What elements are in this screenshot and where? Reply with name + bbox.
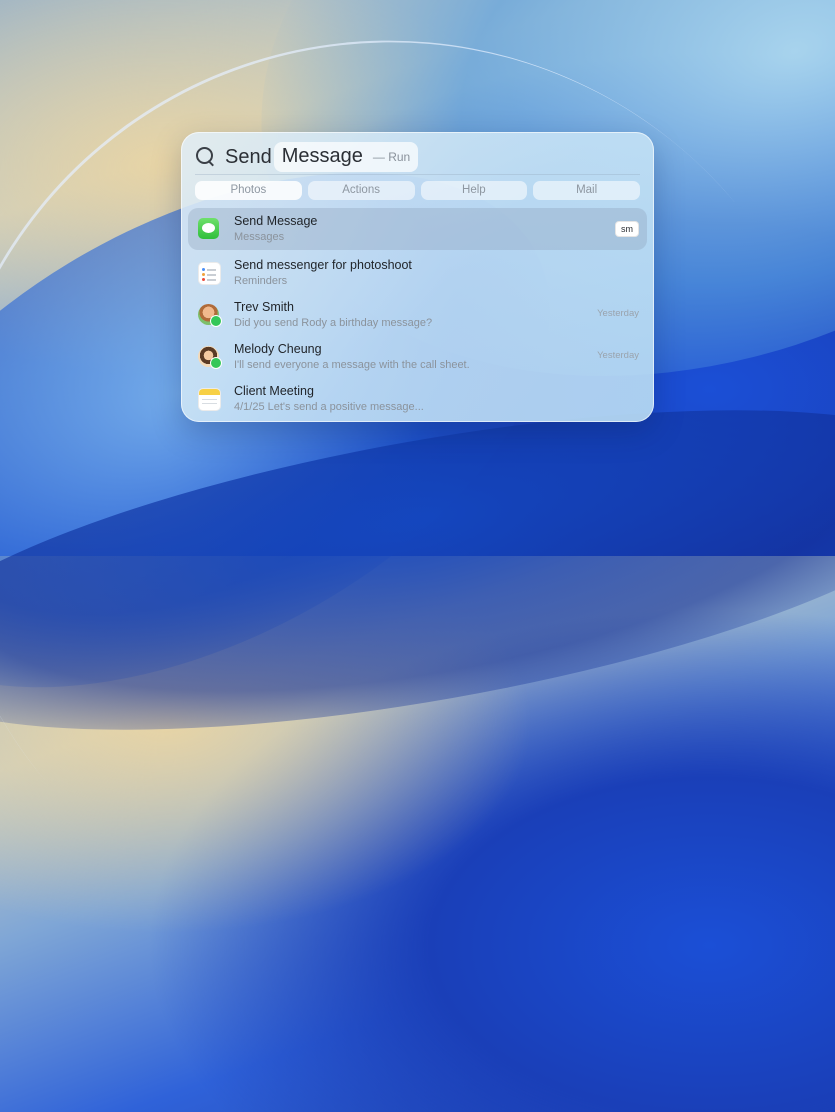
result-subtitle: Messages — [234, 231, 285, 243]
search-query-text[interactable]: Send — [225, 146, 272, 169]
result-title: Client Meeting — [234, 384, 314, 398]
result-title: Send Message — [234, 214, 318, 228]
tab-actions[interactable]: Actions — [307, 181, 415, 200]
spotlight-panel: Send Message — Run Photos Actions Help M… — [181, 132, 654, 422]
search-icon — [195, 146, 217, 168]
divider — [195, 174, 640, 175]
result-subtitle: Did you send Rody a birthday message? — [234, 317, 433, 329]
search-field[interactable]: Send Message — Run — [195, 140, 640, 174]
category-tabs: Photos Actions Help Mail — [195, 181, 640, 200]
result-reminder[interactable]: Send messenger for photoshoot Reminders — [188, 252, 647, 293]
result-title: Melody Cheung — [234, 342, 322, 356]
result-send-message[interactable]: Send Message Messages sm — [188, 208, 647, 250]
notes-icon — [198, 388, 221, 411]
messages-badge-icon — [210, 357, 222, 369]
shortcut-badge: sm — [615, 221, 639, 237]
result-subtitle: I'll send everyone a message with the ca… — [234, 359, 470, 371]
search-completion-chip[interactable]: Message — Run — [273, 142, 419, 172]
search-completion-text: Message — [281, 145, 363, 167]
result-timestamp: Yesterday — [597, 350, 639, 361]
search-action-hint: — Run — [372, 149, 411, 164]
results-list: Send Message Messages sm Send messenger … — [188, 208, 647, 420]
contact-avatar-icon — [198, 346, 222, 369]
result-contact-trev-smith[interactable]: Trev Smith Did you send Rody a birthday … — [188, 294, 647, 335]
tab-help[interactable]: Help — [420, 181, 528, 200]
contact-avatar-icon — [198, 304, 222, 327]
messages-icon — [198, 218, 219, 239]
result-subtitle: Reminders — [234, 275, 288, 287]
tab-mail[interactable]: Mail — [533, 181, 640, 200]
result-timestamp: Yesterday — [597, 308, 639, 319]
result-subtitle: 4/1/25 Let's send a positive message... — [234, 401, 424, 413]
tab-photos[interactable]: Photos — [195, 181, 302, 200]
result-title: Trev Smith — [234, 300, 294, 314]
reminders-icon — [198, 262, 221, 285]
result-note-client-meeting[interactable]: Client Meeting 4/1/25 Let's send a posit… — [188, 378, 647, 419]
messages-badge-icon — [210, 315, 222, 327]
result-contact-melody-cheung[interactable]: Melody Cheung I'll send everyone a messa… — [188, 336, 647, 377]
result-title: Send messenger for photoshoot — [234, 258, 412, 272]
